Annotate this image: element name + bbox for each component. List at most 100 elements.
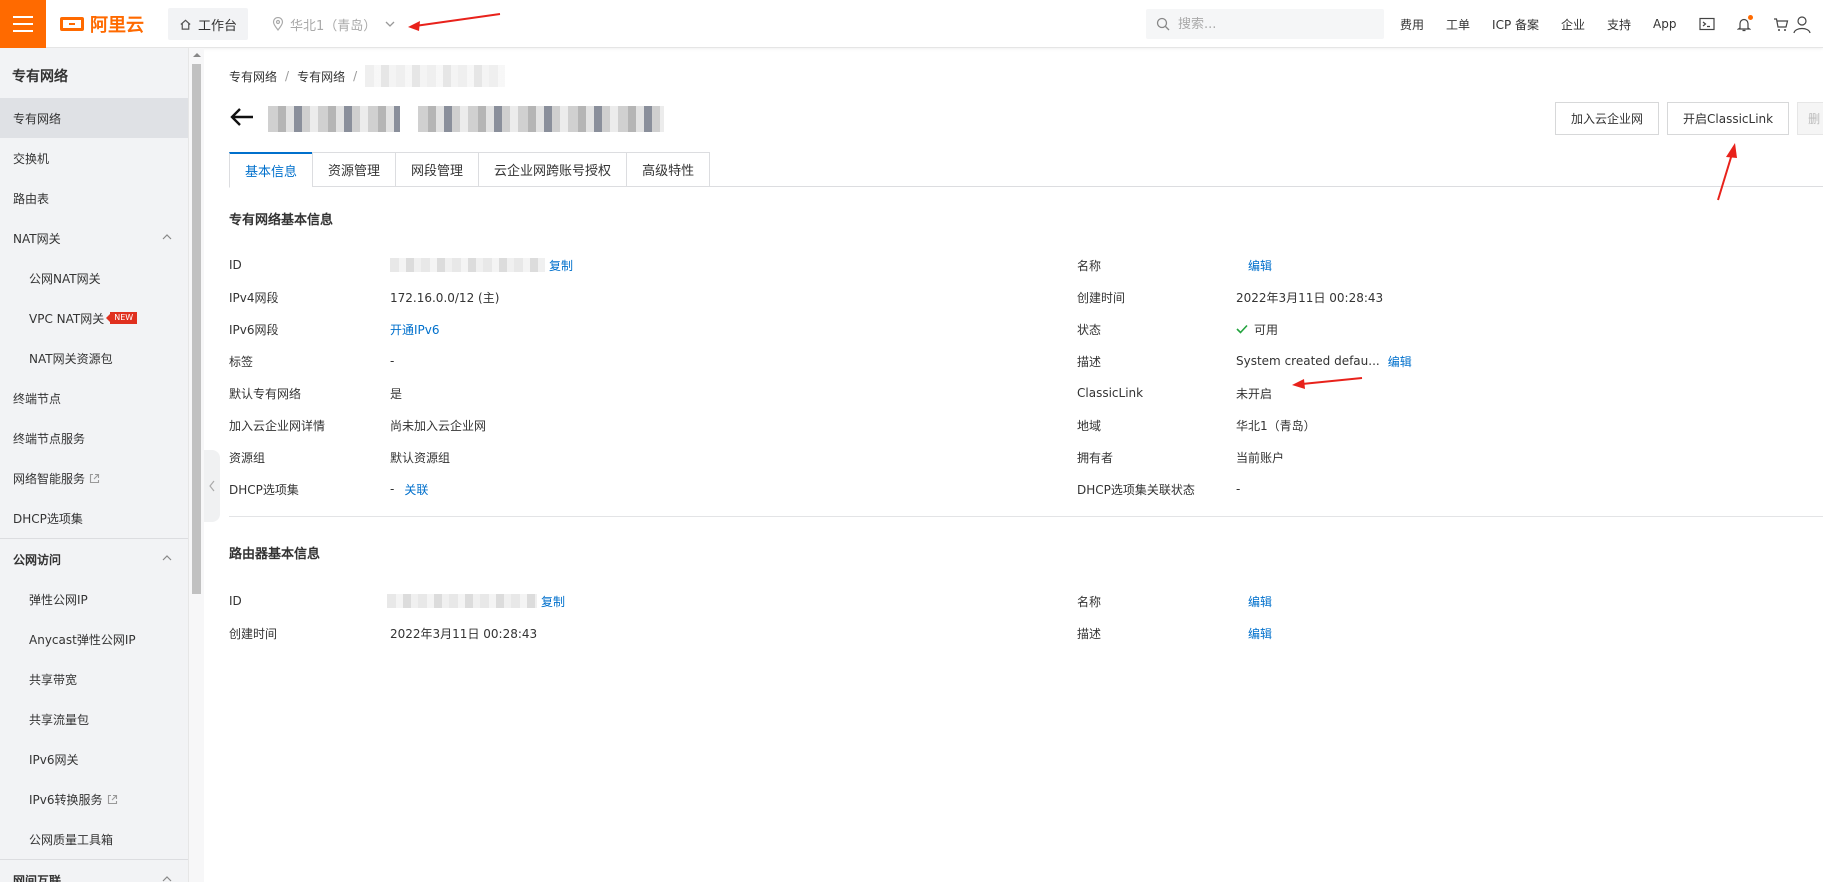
owner-label: 拥有者: [1077, 447, 1113, 467]
notification-dot: [1747, 14, 1753, 20]
back-arrow-icon[interactable]: [229, 106, 255, 128]
nav-enterprise[interactable]: 企业: [1561, 16, 1585, 33]
sidebar-item-label: NAT网关资源包: [29, 351, 113, 366]
chevron-down-icon: [385, 21, 395, 27]
join-cen-button[interactable]: 加入云企业网: [1555, 102, 1660, 135]
chevron-up-icon: [162, 234, 172, 240]
breadcrumb-item[interactable]: 专有网络: [297, 68, 345, 85]
copy-router-id-link[interactable]: 复制: [541, 593, 565, 610]
sidebar-item-endpoint[interactable]: 终端节点: [0, 378, 188, 418]
copy-vpc-id-link[interactable]: 复制: [549, 257, 573, 274]
sidebar-group-interconnect[interactable]: 网间互联: [0, 860, 188, 882]
tab-bar: 基本信息 资源管理 网段管理 云企业网跨账号授权 高级特性: [229, 152, 1823, 188]
sidebar-group-public-access[interactable]: 公网访问: [0, 539, 188, 579]
sidebar-group-nat-gateway[interactable]: NAT网关: [0, 218, 188, 258]
router-name-value: 编辑: [1248, 591, 1272, 611]
sidebar-item-label: VPC NAT网关: [29, 311, 105, 326]
breadcrumb-item[interactable]: 专有网络: [229, 68, 277, 85]
field-label: 状态: [1077, 322, 1102, 337]
field-value: 当前账户: [1236, 450, 1285, 465]
field-value: 172.16.0.0/12 (主): [390, 290, 500, 305]
new-badge: NEW: [106, 312, 138, 324]
tab-advanced-features[interactable]: 高级特性: [626, 152, 711, 187]
delete-button[interactable]: 删: [1797, 102, 1823, 135]
top-nav-links: 费用 工单 ICP 备案 企业 支持 App: [1400, 0, 1811, 48]
associate-dhcp-link[interactable]: 关联: [404, 481, 428, 498]
sidebar-item-vswitch[interactable]: 交换机: [0, 138, 188, 178]
sidebar-item-ipv6-translation[interactable]: IPv6转换服务: [0, 779, 188, 819]
edit-name-link[interactable]: 编辑: [1248, 257, 1272, 274]
sidebar-item-network-quality-toolkit[interactable]: 公网质量工具箱: [0, 819, 188, 859]
header-actions: 加入云企业网 开启ClassicLink 删: [1555, 102, 1823, 135]
field-value: 尚未加入云企业网: [390, 418, 487, 433]
created-time-label: 创建时间: [1077, 287, 1125, 307]
hamburger-menu-button[interactable]: [0, 0, 46, 48]
sidebar-item-network-intelligence[interactable]: 网络智能服务: [0, 458, 188, 498]
classiclink-label: ClassicLink: [1077, 383, 1143, 403]
redacted-router-id: [387, 594, 537, 608]
search-icon: [1156, 17, 1170, 31]
scroll-up-arrow-icon[interactable]: [193, 53, 201, 57]
main-content: 专有网络 / 专有网络 / 加入云企业网 开启ClassicLink 删 基本信…: [220, 48, 1823, 882]
edit-router-description-link[interactable]: 编辑: [1248, 625, 1272, 642]
sidebar-item-dhcp[interactable]: DHCP选项集: [0, 498, 188, 538]
sidebar-item-label: 路由表: [13, 191, 50, 206]
sidebar-item-public-nat[interactable]: 公网NAT网关: [0, 258, 188, 298]
default-vpc-value: 是: [390, 383, 402, 403]
redacted-page-title: [268, 106, 665, 136]
user-avatar-icon[interactable]: [1791, 14, 1813, 34]
sidebar-item-data-transfer-plan[interactable]: 共享流量包: [0, 699, 188, 739]
sidebar-item-label: DHCP选项集: [13, 511, 83, 526]
sidebar-item-anycast-eip[interactable]: Anycast弹性公网IP: [0, 619, 188, 659]
sidebar-item-vpc[interactable]: 专有网络: [0, 98, 188, 138]
sidebar-collapse-handle[interactable]: [204, 450, 220, 522]
region-selector[interactable]: 华北1（青岛）: [272, 8, 398, 40]
sidebar-item-shared-bandwidth[interactable]: 共享带宽: [0, 659, 188, 699]
name-label: 名称: [1077, 255, 1101, 275]
sidebar-scrollbar[interactable]: [188, 48, 204, 882]
sidebar-item-endpoint-service[interactable]: 终端节点服务: [0, 418, 188, 458]
description-label: 描述: [1077, 351, 1101, 371]
enable-ipv6-link[interactable]: 开通IPv6: [390, 321, 440, 338]
aliyun-logo[interactable]: 阿里云: [60, 12, 144, 36]
nav-billing[interactable]: 费用: [1400, 16, 1424, 33]
enable-classiclink-button[interactable]: 开启ClassicLink: [1667, 102, 1790, 135]
sidebar-item-nat-package[interactable]: NAT网关资源包: [0, 338, 188, 378]
nav-app[interactable]: App: [1653, 17, 1676, 31]
tab-basic-info[interactable]: 基本信息: [229, 152, 313, 188]
sidebar-item-ipv6-gateway[interactable]: IPv6网关: [0, 739, 188, 779]
tab-cidr-management[interactable]: 网段管理: [395, 152, 479, 187]
router-id-value: 复制: [387, 591, 565, 611]
sidebar-item-label: Anycast弹性公网IP: [29, 632, 136, 647]
sidebar-item-route-table[interactable]: 路由表: [0, 178, 188, 218]
breadcrumb-separator: /: [285, 69, 290, 83]
shopping-cart-icon[interactable]: [1773, 17, 1789, 32]
sidebar-item-label: 终端节点服务: [13, 431, 86, 446]
field-value: 未开启: [1236, 386, 1273, 401]
router-info-title: 路由器基本信息: [229, 547, 321, 562]
field-value: 默认资源组: [390, 450, 451, 465]
tab-resource-management[interactable]: 资源管理: [312, 152, 396, 187]
dhcp-options-value: - 关联: [390, 479, 428, 499]
workbench-button[interactable]: 工作台: [168, 8, 248, 40]
workbench-label: 工作台: [197, 18, 237, 34]
field-value: 华北1（青岛）: [1236, 418, 1316, 433]
sidebar-item-label: 共享带宽: [29, 672, 78, 687]
sidebar-item-eip[interactable]: 弹性公网IP: [0, 579, 188, 619]
search-input[interactable]: [1178, 16, 1368, 32]
router-created-value: 2022年3月11日 00:28:43: [390, 623, 537, 643]
scrollbar-thumb[interactable]: [192, 64, 201, 594]
sidebar-item-vpc-nat[interactable]: VPC NAT网关 NEW: [0, 298, 188, 338]
router-id-label: ID: [229, 591, 242, 611]
notification-bell-icon[interactable]: [1736, 14, 1753, 32]
terminal-icon[interactable]: [1698, 17, 1715, 31]
nav-tickets[interactable]: 工单: [1446, 16, 1470, 33]
nav-icp[interactable]: ICP 备案: [1492, 16, 1539, 33]
global-search[interactable]: [1146, 9, 1384, 39]
edit-description-link[interactable]: 编辑: [1388, 353, 1412, 370]
edit-router-name-link[interactable]: 编辑: [1248, 593, 1272, 610]
nav-support[interactable]: 支持: [1607, 16, 1631, 33]
resource-group-value: 默认资源组: [390, 447, 450, 467]
field-label: IPv6网段: [229, 322, 279, 337]
tab-cen-cross-account[interactable]: 云企业网跨账号授权: [478, 152, 627, 187]
